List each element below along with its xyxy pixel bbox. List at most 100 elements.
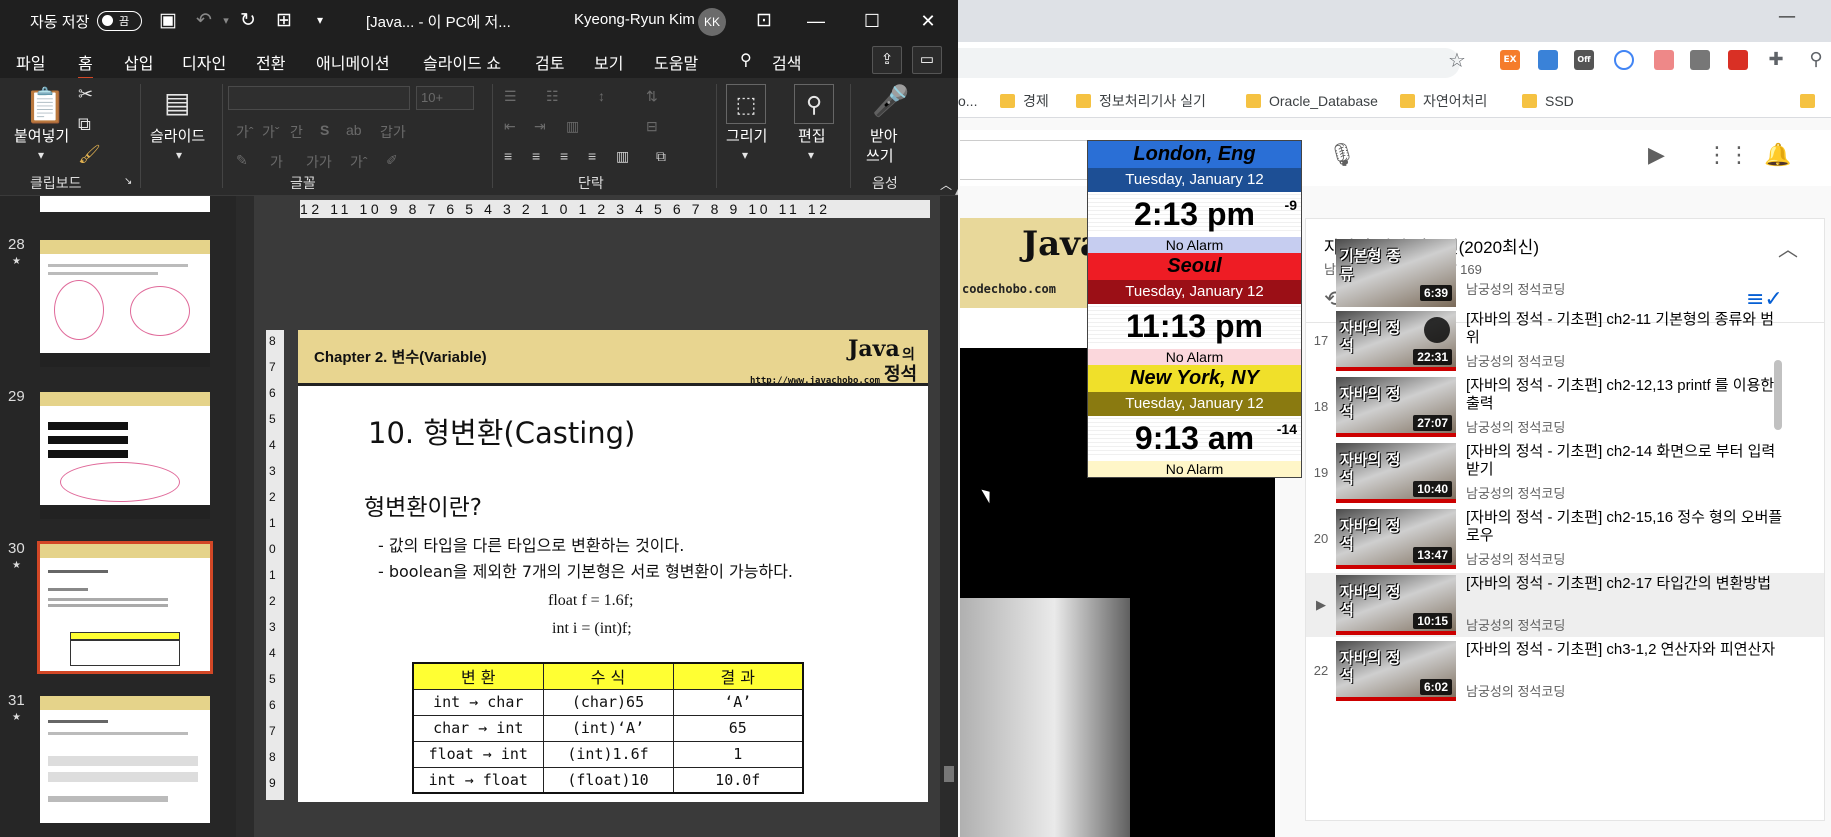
avatar[interactable]: KK: [698, 8, 726, 36]
extension-copy-icon[interactable]: [1690, 50, 1710, 70]
dictate-label-line2[interactable]: 쓰기: [866, 148, 894, 166]
tab-home[interactable]: 홈: [78, 50, 93, 80]
channel-name[interactable]: 남궁성의 정석코딩: [1466, 417, 1565, 436]
extension-image-icon[interactable]: [1654, 50, 1674, 70]
drawing-shapes-icon[interactable]: ⬚: [726, 84, 766, 124]
edit-button[interactable]: 편집: [798, 128, 826, 146]
clear-format-icon[interactable]: 간: [290, 122, 303, 142]
customize-toolbar-icon[interactable]: ▾: [308, 13, 332, 27]
playlist-item[interactable]: 22 자바의 정석 6:02 [자바의 정석 - 기초편] ch3-1,2 연산자와 …: [1306, 639, 1824, 703]
strikethrough-icon[interactable]: ab: [346, 122, 362, 138]
cut-icon[interactable]: ✂: [78, 84, 93, 105]
justify-icon[interactable]: ≡: [588, 148, 596, 164]
align-text-icon[interactable]: ⊟: [646, 118, 658, 135]
collapse-ribbon-icon[interactable]: ︿: [940, 176, 952, 193]
find-icon[interactable]: ⚲: [794, 84, 834, 124]
presenter-icon[interactable]: ⊞: [272, 9, 296, 32]
video-thumbnail[interactable]: 자바의 정석 27:07: [1336, 377, 1456, 437]
chrome-minimize-button[interactable]: —: [1772, 6, 1802, 32]
extension-google-icon[interactable]: [1614, 50, 1634, 70]
shadow-icon[interactable]: S: [320, 122, 329, 138]
bookmark-folder-economy[interactable]: 경제: [1000, 91, 1049, 111]
tab-help[interactable]: 도움말: [654, 50, 698, 74]
chevron-up-icon[interactable]: ︿: [1778, 233, 1798, 262]
editor-scrollbar[interactable]: [940, 196, 958, 837]
video-title[interactable]: [자바의 정석 - 기초편] ch2-12,13 printf 를 이용한 출력: [1466, 377, 1786, 413]
tab-file[interactable]: 파일: [16, 50, 45, 74]
search-label[interactable]: 검색: [772, 50, 801, 74]
thumbnail-scrollbar[interactable]: [236, 196, 254, 837]
playlist-scrollbar[interactable]: [1774, 360, 1782, 430]
tab-slideshow[interactable]: 슬라이드 쇼: [423, 50, 501, 74]
draw-dropdown-icon[interactable]: ▾: [742, 148, 748, 162]
channel-name[interactable]: 남궁성의 정석코딩: [1466, 549, 1565, 568]
slide-thumbnail-27[interactable]: [40, 196, 210, 212]
video-thumbnail[interactable]: 자바의 정석 10:40: [1336, 443, 1456, 503]
grow-font-icon[interactable]: 가ˆ: [350, 152, 368, 172]
change-case-icon[interactable]: 가가: [306, 152, 332, 172]
copy-icon[interactable]: ⧉: [78, 114, 91, 135]
decrease-font-icon[interactable]: 가ˇ: [262, 122, 280, 142]
tab-view[interactable]: 보기: [594, 50, 623, 74]
tab-design[interactable]: 디자인: [182, 50, 226, 74]
notifications-bell-icon[interactable]: 🔔: [1764, 143, 1791, 168]
extensions-puzzle-icon[interactable]: ✚: [1766, 50, 1786, 70]
clipboard-launcher-icon[interactable]: ↘: [124, 176, 132, 187]
tab-review[interactable]: 검토: [535, 50, 564, 74]
playlist-item[interactable]: 18 자바의 정석 27:07 [자바의 정석 - 기초편] ch2-12,13 pr…: [1306, 375, 1824, 439]
bookmark-folder-nlp[interactable]: 자연어처리: [1400, 91, 1487, 111]
channel-name[interactable]: 남궁성의 정석코딩: [1466, 351, 1565, 370]
extension-off-icon[interactable]: Off: [1574, 50, 1594, 70]
save-icon[interactable]: ▣: [156, 9, 180, 32]
char-spacing-icon[interactable]: 갑가: [380, 122, 406, 142]
autosave-toggle[interactable]: 끔: [97, 11, 142, 31]
minimize-button[interactable]: —: [801, 6, 831, 36]
extension-ex-icon[interactable]: EX: [1500, 50, 1520, 70]
text-direction-icon[interactable]: ⇅: [646, 88, 658, 105]
video-title[interactable]: [자바의 정석 - 기초편] ch2-14 화면으로 부터 입력받기: [1466, 443, 1786, 479]
current-slide[interactable]: Chapter 2. 변수(Variable) Java 의 정석 http:/…: [298, 330, 928, 802]
scrollbar-thumb[interactable]: [944, 766, 954, 782]
paste-dropdown-icon[interactable]: ▾: [38, 148, 44, 162]
extension-blue-icon[interactable]: [1538, 50, 1558, 70]
decrease-indent-icon[interactable]: ⇤: [504, 118, 516, 135]
ribbon-display-icon[interactable]: ⊡: [752, 9, 776, 32]
user-name[interactable]: Kyeong-Ryun Kim: [574, 11, 695, 28]
font-color-icon[interactable]: 가: [270, 152, 283, 172]
apps-grid-icon[interactable]: ⋮⋮: [1706, 143, 1750, 168]
tab-insert[interactable]: 삽입: [124, 50, 153, 74]
video-title[interactable]: [자바의 정석 - 기초편] ch2-11 기본형의 종류와 범위: [1466, 311, 1786, 347]
slide-dropdown-icon[interactable]: ▾: [176, 148, 182, 162]
playlist-item[interactable]: 19 자바의 정석 10:40 [자바의 정석 - 기초편] ch2-14 화면으로 …: [1306, 441, 1824, 505]
distribute-icon[interactable]: ▥: [616, 148, 629, 165]
font-family-select[interactable]: [228, 86, 410, 110]
format-painter-icon[interactable]: 🖌: [78, 144, 101, 165]
microphone-icon[interactable]: 🎤: [872, 84, 909, 119]
playlist-item[interactable]: 기본형 종류 6:39 남궁성의 정석코딩: [1306, 239, 1824, 307]
close-button[interactable]: ✕: [913, 6, 943, 36]
align-right-icon[interactable]: ≡: [560, 148, 568, 164]
clear-all-format-icon[interactable]: ✐: [386, 152, 398, 169]
slide-thumbnail-31[interactable]: [40, 696, 210, 823]
bookmark-folder-ssd[interactable]: SSD: [1522, 91, 1574, 111]
search-icon[interactable]: ⚲: [740, 50, 752, 70]
maximize-button[interactable]: ☐: [857, 6, 887, 36]
bookmark-item[interactable]: o...: [958, 91, 977, 111]
numbering-icon[interactable]: ☷: [546, 88, 559, 105]
align-left-icon[interactable]: ≡: [504, 148, 512, 164]
redo-icon[interactable]: ↻: [236, 9, 260, 32]
columns-icon[interactable]: ▥: [566, 118, 579, 135]
undo-dropdown-icon[interactable]: ▾: [214, 14, 238, 27]
extension-pdf-icon[interactable]: [1728, 50, 1748, 70]
create-video-icon[interactable]: ▶: [1648, 143, 1665, 168]
increase-indent-icon[interactable]: ⇥: [534, 118, 546, 135]
paste-button[interactable]: 붙여넣기: [14, 128, 69, 146]
slide-thumbnail-30[interactable]: [37, 541, 213, 674]
new-slide-icon[interactable]: ▤: [164, 86, 190, 119]
microphone-icon[interactable]: 🎙: [1328, 143, 1356, 168]
draw-button[interactable]: 그리기: [726, 128, 767, 146]
slide-button[interactable]: 슬라이드: [150, 128, 205, 146]
slide-thumbnail-28[interactable]: [40, 240, 210, 367]
highlight-icon[interactable]: ✎: [236, 152, 248, 169]
video-title[interactable]: [자바의 정석 - 기초편] ch2-15,16 정수 형의 오버플로우: [1466, 509, 1786, 545]
